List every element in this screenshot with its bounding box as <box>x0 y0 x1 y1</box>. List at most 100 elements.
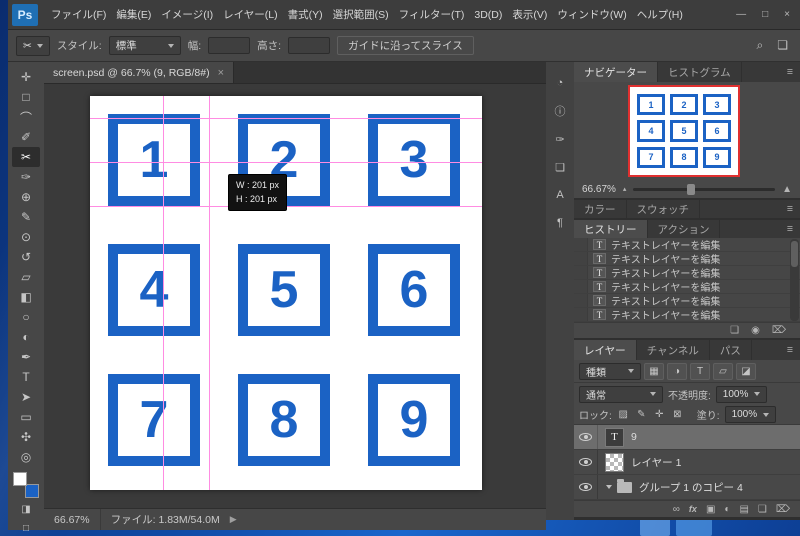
visibility-toggle[interactable] <box>574 450 598 474</box>
history-source-checkbox[interactable] <box>574 280 588 293</box>
visibility-toggle[interactable] <box>574 425 598 449</box>
history-state[interactable]: T テキストレイヤーを編集 <box>574 294 800 308</box>
close-tab-icon[interactable]: × <box>218 67 224 79</box>
lasso-tool[interactable]: ⌒ <box>12 107 40 127</box>
scrollbar[interactable] <box>790 239 799 321</box>
history-state[interactable]: T テキストレイヤーを編集 <box>574 252 800 266</box>
tab-paths[interactable]: パス <box>710 340 752 360</box>
brush-presets-panel-icon[interactable]: ✑ <box>550 130 570 148</box>
delete-layer-icon[interactable]: ⌦ <box>776 504 790 515</box>
history-state[interactable]: T テキストレイヤーを編集 <box>574 266 800 280</box>
dodge-tool[interactable]: ◐ <box>12 327 40 347</box>
history-source-checkbox[interactable] <box>574 252 588 265</box>
new-document-from-state-icon[interactable]: ❏ <box>730 325 739 336</box>
eyedropper-tool[interactable]: ✑ <box>12 167 40 187</box>
menu-filter[interactable]: フィルター(T) <box>394 7 470 22</box>
guide-horizontal[interactable] <box>90 162 482 163</box>
lock-pixels-icon[interactable]: ✎ <box>635 409 648 420</box>
zoom-out-icon[interactable]: ▴ <box>623 185 627 193</box>
zoom-in-icon[interactable]: ▲ <box>782 184 792 195</box>
layer-row-text-9[interactable]: T 9 <box>574 425 800 450</box>
move-tool[interactable]: ✛ <box>12 67 40 87</box>
hand-tool[interactable]: ✣ <box>12 427 40 447</box>
history-state[interactable]: T テキストレイヤーを編集 <box>574 308 800 322</box>
eraser-tool[interactable]: ▱ <box>12 267 40 287</box>
blur-tool[interactable]: ○ <box>12 307 40 327</box>
tab-navigator[interactable]: ナビゲーター <box>574 62 658 82</box>
filter-smart-objects-icon[interactable]: ◪ <box>736 362 756 380</box>
tab-history[interactable]: ヒストリー <box>574 220 648 238</box>
maximize-button[interactable]: □ <box>762 9 768 20</box>
histogram-panel-icon[interactable]: ◔ <box>550 74 570 92</box>
tab-color[interactable]: カラー <box>574 200 627 218</box>
navigator-zoom-value[interactable]: 66.67% <box>582 184 616 195</box>
panel-menu-icon[interactable]: ≡ <box>780 200 800 218</box>
tab-layers[interactable]: レイヤー <box>574 340 637 360</box>
marquee-tool[interactable]: □ <box>12 87 40 107</box>
screen-mode-button[interactable]: □ <box>12 520 40 536</box>
lock-all-icon[interactable]: ⊠ <box>671 409 684 420</box>
history-source-checkbox[interactable] <box>574 294 588 307</box>
foreground-color-swatch[interactable] <box>13 472 27 486</box>
history-source-checkbox[interactable] <box>574 308 588 321</box>
style-select[interactable]: 標準 <box>108 36 181 55</box>
info-panel-icon[interactable]: ⓘ <box>550 102 570 120</box>
panel-menu-icon[interactable]: ≡ <box>780 62 800 82</box>
zoom-slider[interactable] <box>633 183 776 195</box>
slice-tool[interactable]: ✂ <box>12 147 40 167</box>
filter-type-layers-icon[interactable]: T <box>690 362 710 380</box>
height-input[interactable] <box>288 37 331 54</box>
pen-tool[interactable]: ✒ <box>12 347 40 367</box>
tab-swatches[interactable]: スウォッチ <box>627 200 700 218</box>
history-source-checkbox[interactable] <box>574 238 588 251</box>
history-state[interactable]: T テキストレイヤーを編集 <box>574 280 800 294</box>
add-layer-mask-icon[interactable]: ▣ <box>706 504 715 515</box>
gradient-tool[interactable]: ◧ <box>12 287 40 307</box>
filter-shape-layers-icon[interactable]: ▱ <box>713 362 733 380</box>
layer-thumbnail[interactable] <box>605 452 624 472</box>
menu-layer[interactable]: レイヤー(L) <box>218 7 283 22</box>
lock-transparency-icon[interactable]: ▨ <box>617 409 630 420</box>
tab-actions[interactable]: アクション <box>648 220 721 238</box>
menu-file[interactable]: ファイル(F) <box>46 7 111 22</box>
menu-type[interactable]: 書式(Y) <box>283 7 328 22</box>
status-popup-arrow[interactable]: ▶ <box>230 514 237 525</box>
history-brush-tool[interactable]: ↺ <box>12 247 40 267</box>
path-selection-tool[interactable]: ➤ <box>12 387 40 407</box>
menu-help[interactable]: ヘルプ(H) <box>632 7 688 22</box>
layer-row-layer-1[interactable]: レイヤー 1 <box>574 450 800 475</box>
tab-channels[interactable]: チャンネル <box>637 340 710 360</box>
menu-edit[interactable]: 編集(E) <box>111 7 156 22</box>
history-state[interactable]: T テキストレイヤーを編集 <box>574 238 800 252</box>
clone-stamp-tool[interactable]: ⊙ <box>12 227 40 247</box>
zoom-slider-handle[interactable] <box>687 183 696 195</box>
history-source-checkbox[interactable] <box>574 266 588 279</box>
new-snapshot-icon[interactable]: ◉ <box>751 325 760 336</box>
new-adjustment-layer-icon[interactable]: ◐ <box>724 504 730 515</box>
clone-source-panel-icon[interactable]: ❏ <box>550 158 570 176</box>
panel-menu-icon[interactable]: ≡ <box>780 220 800 238</box>
visibility-toggle[interactable] <box>574 475 598 499</box>
layer-thumbnail[interactable]: T <box>605 427 624 447</box>
type-tool[interactable]: T <box>12 367 40 387</box>
guide-vertical[interactable] <box>209 96 210 490</box>
navigator-proxy[interactable]: 1 2 3 4 5 6 7 8 9 <box>628 85 740 177</box>
character-panel-icon[interactable]: A <box>550 186 570 204</box>
filter-pixel-layers-icon[interactable]: ▦ <box>644 362 664 380</box>
menu-view[interactable]: 表示(V) <box>507 7 552 22</box>
scrollbar-thumb[interactable] <box>791 241 798 267</box>
link-layers-icon[interactable]: ∞ <box>673 504 680 515</box>
background-color-swatch[interactable] <box>25 484 39 498</box>
quick-mask-button[interactable]: ◨ <box>12 501 40 517</box>
tab-histogram[interactable]: ヒストグラム <box>658 62 742 82</box>
slices-from-guides-button[interactable]: ガイドに沿ってスライス <box>337 36 474 55</box>
fill-select[interactable]: 100% <box>724 406 777 423</box>
document-tab[interactable]: screen.psd @ 66.7% (9, RGB/8#) × <box>44 62 234 83</box>
zoom-tool[interactable]: ◎ <box>12 447 40 467</box>
close-button[interactable]: × <box>784 9 790 20</box>
search-icon[interactable]: ⌕ <box>757 38 764 53</box>
menu-image[interactable]: イメージ(I) <box>156 7 218 22</box>
menu-3d[interactable]: 3D(D) <box>469 9 507 21</box>
menu-window[interactable]: ウィンドウ(W) <box>552 7 631 22</box>
delete-state-icon[interactable]: ⌦ <box>772 325 786 336</box>
